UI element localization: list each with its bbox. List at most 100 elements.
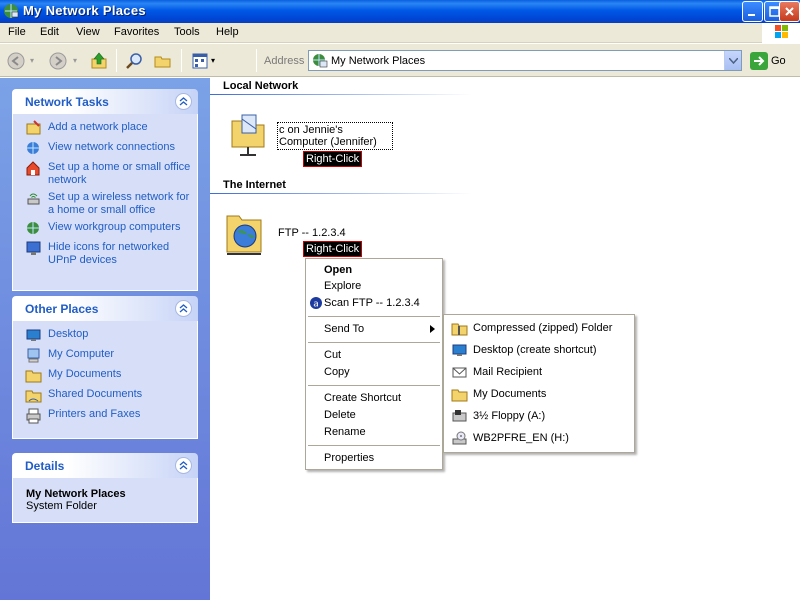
ftp-folder-icon[interactable]: [225, 210, 265, 258]
shared-folder-icon[interactable]: [228, 111, 268, 159]
chevron-down-icon: [728, 57, 738, 64]
up-button[interactable]: [88, 50, 110, 72]
double-chevron-up-icon: [179, 97, 188, 106]
place-printers-and-faxes[interactable]: Printers and Faxes: [13, 407, 197, 427]
forward-dropdown-icon[interactable]: ▾: [73, 56, 77, 65]
menu-separator: [308, 342, 440, 343]
network-places-icon: [4, 4, 19, 18]
task-add-network-place[interactable]: Add a network place: [13, 120, 197, 140]
send-to-floppy[interactable]: 3½ Floppy (A:): [449, 407, 629, 427]
details-title: Details: [25, 459, 65, 473]
place-my-computer[interactable]: My Computer: [13, 347, 197, 367]
details-name: My Network Places: [26, 488, 126, 500]
task-label: View network connections: [48, 141, 175, 153]
collapse-button[interactable]: [175, 93, 192, 110]
other-places-panel: Other Places Desktop My Computer My Docu…: [12, 296, 198, 439]
my-documents-icon: [451, 389, 468, 402]
folders-icon: [154, 56, 171, 68]
menu-edit[interactable]: Edit: [40, 26, 59, 38]
place-shared-documents[interactable]: Shared Documents: [13, 387, 197, 407]
other-places-header[interactable]: Other Places: [12, 296, 198, 321]
wireless-network-icon: [27, 193, 40, 205]
add-network-place-icon: [26, 120, 41, 135]
menu-create-shortcut[interactable]: Create Shortcut: [324, 392, 401, 404]
menu-tools[interactable]: Tools: [174, 26, 200, 38]
right-click-annotation: Right-Click: [302, 241, 363, 257]
place-desktop[interactable]: Desktop: [13, 327, 197, 347]
context-menu: Open Explore a Scan FTP -- 1.2.3.4 Send …: [305, 258, 443, 470]
close-icon: [785, 7, 794, 16]
close-button[interactable]: [779, 1, 800, 22]
menu-file[interactable]: File: [8, 26, 26, 38]
send-to-my-documents[interactable]: My Documents: [449, 385, 629, 405]
menu-favorites[interactable]: Favorites: [114, 26, 159, 38]
ftp-item-label[interactable]: FTP -- 1.2.3.4: [278, 227, 346, 239]
task-label: Set up a wireless network for a home or …: [48, 191, 190, 216]
network-connections-icon: [27, 142, 39, 154]
address-bar[interactable]: My Network Places: [308, 50, 742, 71]
send-to-compressed-folder[interactable]: Compressed (zipped) Folder: [449, 319, 629, 339]
send-to-drive-h[interactable]: WB2PFRE_EN (H:): [449, 429, 629, 449]
task-view-network-connections[interactable]: View network connections: [13, 140, 197, 160]
place-label: Desktop: [48, 328, 89, 340]
toolbar-separator: [181, 49, 182, 72]
minimize-button[interactable]: [742, 1, 763, 22]
task-label: Set up a home or small office network: [48, 161, 191, 186]
local-share-label[interactable]: c on Jennie's Computer (Jennifer): [277, 122, 393, 150]
details-header[interactable]: Details: [12, 453, 198, 478]
workgroup-computers-icon: [27, 222, 39, 234]
the-internet-heading: The Internet: [223, 179, 286, 191]
place-my-documents[interactable]: My Documents: [13, 367, 197, 387]
printer-icon: [26, 408, 41, 424]
menu-view[interactable]: View: [76, 26, 100, 38]
windows-flag-icon: [775, 25, 788, 38]
menu-send-to[interactable]: Send To: [324, 323, 364, 335]
back-dropdown-icon[interactable]: ▾: [30, 56, 34, 65]
send-to-label: Mail Recipient: [473, 366, 543, 378]
menu-help[interactable]: Help: [216, 26, 239, 38]
views-button[interactable]: [189, 50, 211, 72]
forward-button[interactable]: [47, 50, 69, 72]
home-network-icon: [26, 161, 40, 176]
task-setup-home-network[interactable]: Set up a home or small office network: [13, 160, 197, 190]
back-arrow-icon: [7, 52, 25, 70]
task-view-workgroup-computers[interactable]: View workgroup computers: [13, 220, 197, 240]
upnp-device-icon: [26, 241, 41, 255]
place-label: My Computer: [48, 348, 115, 360]
menu-explore[interactable]: Explore: [324, 280, 361, 292]
toolbar-separator: [116, 49, 117, 72]
menu-bar: File Edit View Favorites Tools Help: [0, 23, 800, 43]
views-icon: [192, 53, 208, 69]
other-places-body: Desktop My Computer My Documents Shared …: [12, 321, 198, 439]
address-dropdown-button[interactable]: [724, 51, 741, 70]
menu-properties[interactable]: Properties: [324, 452, 374, 464]
folders-button[interactable]: [152, 50, 174, 72]
menu-rename[interactable]: Rename: [324, 426, 366, 438]
back-button[interactable]: [5, 50, 27, 72]
network-tasks-header[interactable]: Network Tasks: [12, 89, 198, 114]
double-chevron-up-icon: [179, 304, 188, 313]
go-button[interactable]: Go: [749, 51, 799, 71]
task-setup-wireless-network[interactable]: Set up a wireless network for a home or …: [13, 190, 197, 220]
shared-documents-icon: [25, 390, 42, 403]
send-to-desktop[interactable]: Desktop (create shortcut): [449, 341, 629, 361]
menu-cut[interactable]: Cut: [324, 349, 341, 361]
toolbar-separator: [256, 49, 257, 72]
other-places-title: Other Places: [25, 302, 99, 316]
send-to-mail-recipient[interactable]: Mail Recipient: [449, 363, 629, 383]
views-dropdown-icon[interactable]: ▾: [211, 56, 215, 65]
network-tasks-body: Add a network place View network connect…: [12, 114, 198, 291]
local-network-heading: Local Network: [223, 80, 299, 92]
collapse-button[interactable]: [175, 457, 192, 474]
menu-delete[interactable]: Delete: [324, 409, 356, 421]
menu-scan[interactable]: Scan FTP -- 1.2.3.4: [324, 297, 420, 309]
my-computer-icon: [27, 348, 40, 363]
group-divider: [210, 94, 472, 95]
menu-open[interactable]: Open: [324, 264, 352, 276]
collapse-button[interactable]: [175, 300, 192, 317]
my-documents-icon: [25, 370, 42, 383]
menu-copy[interactable]: Copy: [324, 366, 350, 378]
windows-logo: [762, 23, 800, 43]
task-hide-upnp-icons[interactable]: Hide icons for networked UPnP devices: [13, 240, 197, 270]
search-button[interactable]: [123, 50, 145, 72]
